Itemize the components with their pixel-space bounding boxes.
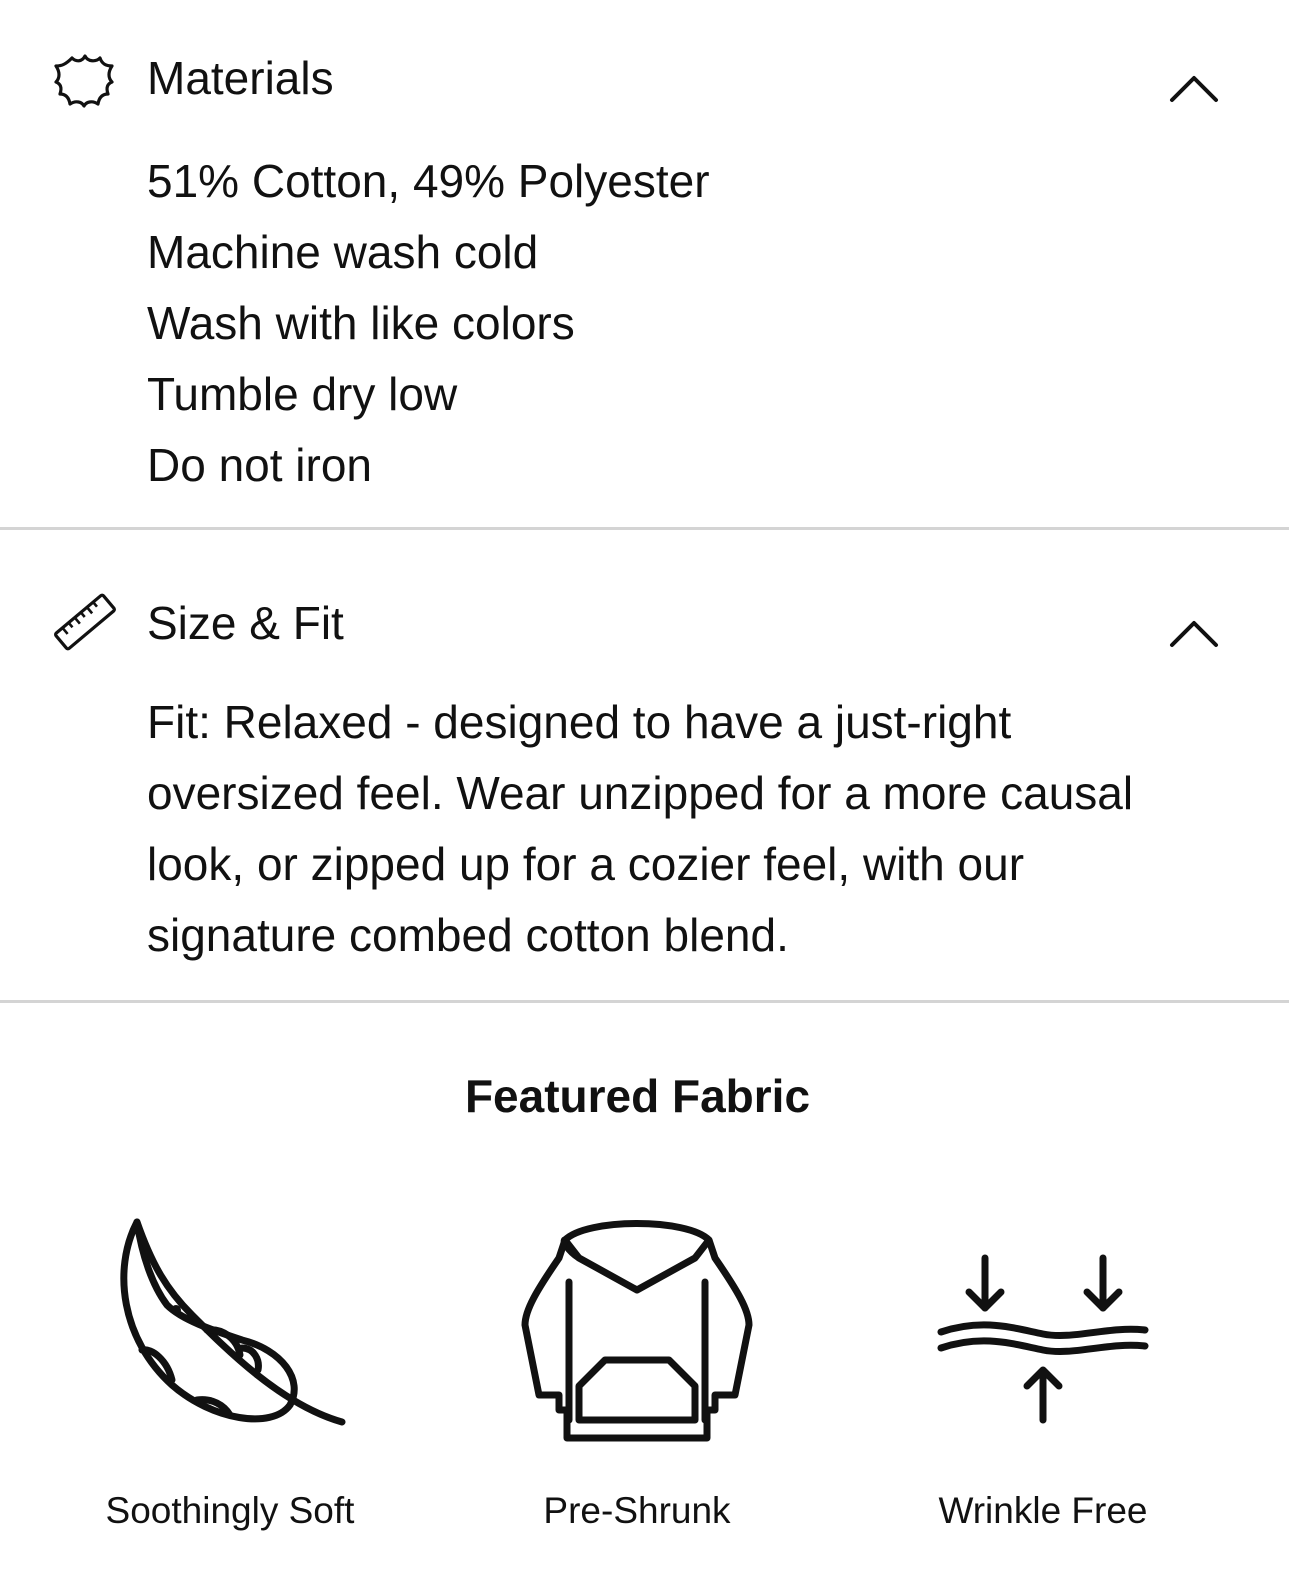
materials-item: Do not iron [147, 439, 373, 491]
materials-title: Materials [147, 52, 334, 104]
materials-header[interactable]: Materials [0, 40, 1289, 130]
materials-list: 51% Cotton, 49% Polyester Machine wash c… [147, 146, 710, 501]
materials-item: Wash with like colors [147, 297, 575, 349]
size-fit-title: Size & Fit [147, 597, 344, 649]
feather-icon [120, 1218, 346, 1426]
hoodie-icon [521, 1220, 753, 1442]
feature-label: Pre-Shrunk [543, 1490, 731, 1531]
ruler-icon [54, 593, 116, 651]
size-fit-description: Fit: Relaxed - designed to have a just-r… [147, 696, 1134, 961]
materials-item: Machine wash cold [147, 226, 539, 278]
size-fit-header[interactable]: Size & Fit [0, 585, 1289, 675]
feature-label: Soothingly Soft [105, 1490, 355, 1531]
feature-label: Wrinkle Free [938, 1490, 1148, 1531]
materials-item: Tumble dry low [147, 368, 458, 420]
section-divider [0, 1000, 1289, 1003]
chevron-up-icon[interactable] [1166, 615, 1222, 651]
chevron-up-icon[interactable] [1166, 70, 1222, 106]
leather-hide-icon [54, 54, 114, 108]
materials-section: Materials 51% Cotton, 49% Polyester Mach… [0, 0, 1289, 528]
materials-item: 51% Cotton, 49% Polyester [147, 155, 710, 207]
featured-fabric-title: Featured Fabric [464, 1070, 811, 1122]
wrinkle-free-icon [937, 1254, 1149, 1424]
